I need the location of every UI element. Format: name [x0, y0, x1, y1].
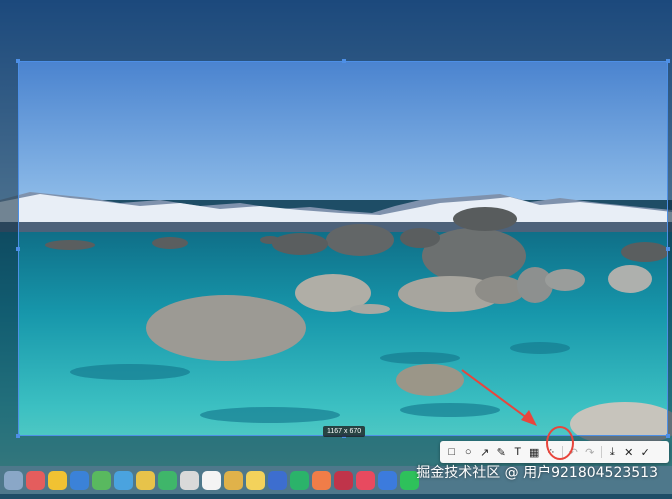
selection-rectangle[interactable]	[16, 59, 670, 438]
arrow-icon: ↗	[480, 446, 490, 459]
redo-icon: ↷	[585, 446, 595, 459]
ellipse-tool[interactable]: ○	[461, 443, 477, 461]
app-icon[interactable]	[312, 470, 331, 490]
resize-handle-top[interactable]	[342, 59, 346, 63]
app-icon[interactable]	[268, 470, 287, 490]
messages-icon[interactable]	[92, 470, 111, 490]
text-icon: T	[514, 446, 522, 458]
text-tool[interactable]: T	[510, 443, 526, 461]
photos-icon[interactable]	[136, 470, 155, 490]
rectangle-icon: □	[448, 446, 456, 458]
mosaic-tool[interactable]: ▦	[527, 443, 543, 461]
resize-handle-left[interactable]	[16, 247, 20, 251]
annotation-circle	[546, 426, 574, 460]
download-icon: ⤓	[609, 445, 615, 458]
app-store-icon[interactable]	[378, 470, 397, 490]
resize-handle-bottom-right[interactable]	[666, 434, 670, 438]
mosaic-icon: ▦	[529, 446, 540, 459]
confirm-button[interactable]: ✓	[638, 443, 654, 461]
selection-size-label: 1167 x 670	[323, 426, 366, 437]
pen-icon: ✎	[496, 446, 506, 459]
app-icon[interactable]	[26, 470, 45, 490]
calendar-icon[interactable]	[202, 470, 221, 490]
app-icon[interactable]	[224, 470, 243, 490]
facetime-icon[interactable]	[158, 470, 177, 490]
cancel-button[interactable]: ✕	[621, 443, 637, 461]
resize-handle-bottom-left[interactable]	[16, 434, 20, 438]
pen-tool[interactable]: ✎	[494, 443, 510, 461]
toolbar-divider	[600, 446, 602, 458]
notes-icon[interactable]	[246, 470, 265, 490]
app-icon[interactable]	[290, 470, 309, 490]
close-icon: ✕	[624, 446, 634, 459]
finder-icon[interactable]	[4, 470, 23, 490]
resize-handle-right[interactable]	[666, 247, 670, 251]
resize-handle-top-right[interactable]	[666, 59, 670, 63]
watermark: 掘金技术社区 @ 用户921804523513	[416, 465, 658, 481]
check-icon: ✓	[640, 446, 650, 459]
contacts-icon[interactable]	[180, 470, 199, 490]
app-icon[interactable]	[334, 470, 353, 490]
rectangle-tool[interactable]: □	[444, 443, 460, 461]
arrow-tool[interactable]: ↗	[477, 443, 493, 461]
app-icon[interactable]	[356, 470, 375, 490]
app-icon[interactable]	[70, 470, 89, 490]
app-icon[interactable]	[114, 470, 133, 490]
redo-button[interactable]: ↷	[582, 443, 598, 461]
resize-handle-top-left[interactable]	[16, 59, 20, 63]
circle-icon: ○	[464, 446, 472, 458]
download-button[interactable]: ⤓	[605, 443, 621, 461]
chrome-icon[interactable]	[48, 470, 67, 490]
